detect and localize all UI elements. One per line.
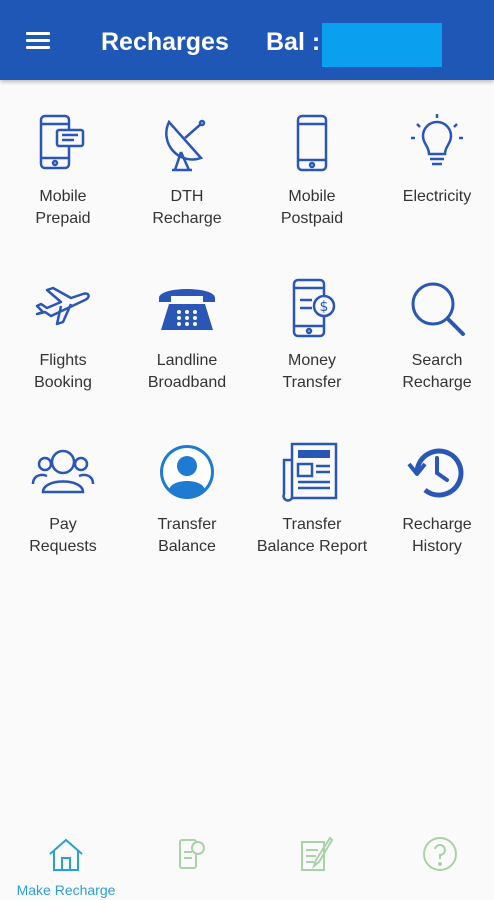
home-icon <box>49 838 83 871</box>
service-search-recharge[interactable]: Search Recharge <box>375 264 494 414</box>
service-label-line2: Requests <box>29 538 97 555</box>
service-label-line1: Flights <box>39 352 87 369</box>
service-label-line2: Broadband <box>147 374 227 391</box>
user-avatar-icon <box>160 445 214 499</box>
service-electricity[interactable]: Electricity <box>375 100 494 250</box>
service-label-line1: Mobile <box>288 188 336 205</box>
smartphone-icon <box>296 114 328 172</box>
service-label-line2: Balance Report <box>256 538 368 555</box>
edit-note-icon <box>301 836 334 871</box>
nav-mobile-payment[interactable] <box>130 830 254 900</box>
users-icon <box>31 449 95 494</box>
nav-label: Make Recharge <box>16 882 116 898</box>
service-label-line1: Transfer <box>157 516 217 533</box>
service-mobile-postpaid[interactable]: Mobile Postpaid <box>250 100 374 250</box>
nav-make-recharge[interactable]: Make Recharge <box>4 830 128 900</box>
service-label-line2: History <box>412 538 462 555</box>
mobile-prepaid-icon <box>39 114 85 170</box>
service-label-line1: Landline <box>156 352 218 369</box>
mobile-rupee-icon <box>179 839 205 869</box>
service-label-line1: Search <box>411 352 463 369</box>
history-icon <box>407 448 464 498</box>
app-bar: Recharges Bal : <box>0 0 494 80</box>
service-label-line1: Transfer <box>282 516 342 533</box>
balance-label: Bal : <box>266 28 321 56</box>
service-transfer-balance-report[interactable]: Transfer Balance Report <box>250 428 374 578</box>
service-label-line1: DTH <box>170 188 204 205</box>
light-bulb-icon <box>411 114 463 166</box>
service-label-line2: Recharge <box>152 210 222 227</box>
nav-help[interactable] <box>378 830 494 900</box>
service-pay-requests[interactable]: Pay Requests <box>1 428 125 578</box>
airplane-icon <box>35 286 90 326</box>
balance-value <box>322 23 442 67</box>
service-mobile-prepaid[interactable]: Mobile Prepaid <box>1 100 125 250</box>
service-money-transfer[interactable]: $ Money Transfer <box>250 264 374 414</box>
service-recharge-history[interactable]: Recharge History <box>375 428 494 578</box>
service-label-line2: Postpaid <box>280 210 344 227</box>
service-landline-broadband[interactable]: Landline Broadband <box>125 264 249 414</box>
svg-text:$: $ <box>320 299 329 315</box>
service-label-line1: Mobile <box>39 188 87 205</box>
menu-icon[interactable] <box>22 26 56 54</box>
newspaper-icon <box>282 442 338 502</box>
search-icon <box>411 282 465 336</box>
bottom-nav: Make Recharge <box>0 820 494 900</box>
service-label-line2: Recharge <box>402 374 472 391</box>
satellite-dish-icon <box>165 119 206 172</box>
page-title: Recharges <box>101 28 229 56</box>
telephone-icon <box>159 289 215 330</box>
service-label-line2: Transfer <box>282 374 342 391</box>
service-label-line1: Recharge <box>402 516 472 533</box>
money-transfer-icon: $ <box>292 278 336 338</box>
service-label-line2: Prepaid <box>35 210 91 227</box>
service-label-line1: Electricity <box>402 188 472 205</box>
nav-edit[interactable] <box>254 830 378 900</box>
service-label-line1: Pay <box>49 516 77 533</box>
service-label-line1: Money <box>287 352 337 369</box>
service-transfer-balance[interactable]: Transfer Balance <box>125 428 249 578</box>
service-label-line2: Booking <box>34 374 92 391</box>
help-icon <box>423 837 457 871</box>
service-flights-booking[interactable]: Flights Booking <box>1 264 125 414</box>
service-label-line2: Balance <box>158 538 216 555</box>
service-dth-recharge[interactable]: DTH Recharge <box>125 100 249 250</box>
